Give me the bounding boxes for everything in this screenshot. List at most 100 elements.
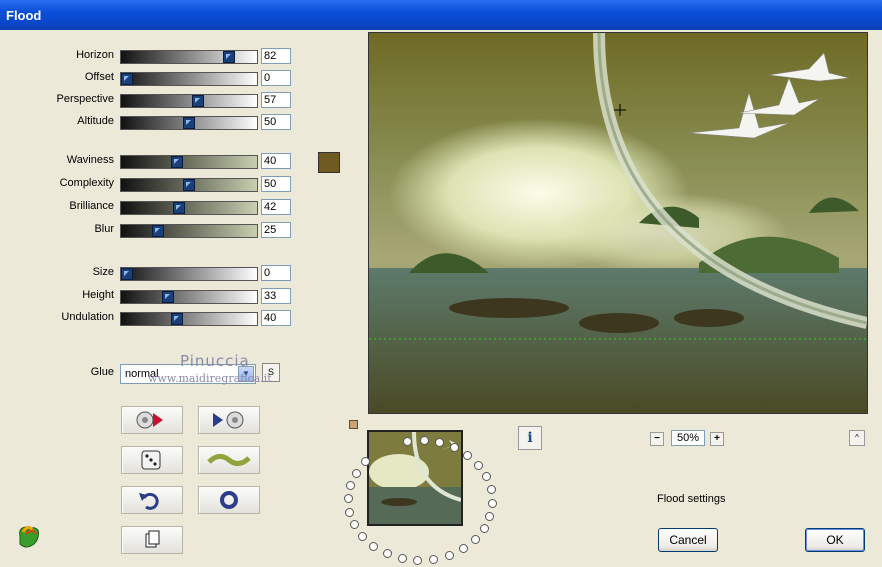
brilliance-slider-thumb[interactable]	[173, 202, 185, 214]
height-slider-thumb[interactable]	[162, 291, 174, 303]
play-previous-button[interactable]	[121, 406, 183, 434]
copy-pages-icon	[145, 530, 160, 548]
navigator-dot	[488, 499, 497, 508]
blur-value-field[interactable]: 25	[261, 222, 291, 238]
navigator-dot	[383, 549, 392, 558]
navigator-dot	[352, 469, 361, 478]
navigator-dot	[361, 457, 370, 466]
navigator-dot	[413, 556, 422, 565]
navigator-dot	[445, 551, 454, 560]
slider-row-complexity: Complexity 50	[0, 175, 291, 193]
randomize-button[interactable]	[121, 446, 183, 474]
brilliance-value-field[interactable]: 42	[261, 199, 291, 215]
navigator-dot	[398, 554, 407, 563]
thumbnail-scene	[369, 432, 461, 524]
altitude-value-field[interactable]: 50	[261, 114, 291, 130]
offset-slider[interactable]	[120, 72, 258, 86]
wave-icon	[207, 454, 251, 466]
complexity-slider-thumb[interactable]	[183, 179, 195, 191]
preview-scene	[369, 33, 867, 413]
preview-image[interactable]	[368, 32, 868, 414]
size-value-field[interactable]: 0	[261, 265, 291, 281]
navigator-dot	[459, 544, 468, 553]
complexity-slider[interactable]	[120, 178, 258, 192]
waviness-slider-thumb[interactable]	[171, 156, 183, 168]
slider-row-size: Size 0	[0, 264, 291, 282]
navigator-dot	[403, 437, 412, 446]
collapse-button[interactable]: ^	[849, 430, 865, 446]
blur-slider-thumb[interactable]	[152, 225, 164, 237]
undulation-value-field[interactable]: 40	[261, 310, 291, 326]
perspective-slider-thumb[interactable]	[192, 95, 204, 107]
navigator-thumbnail[interactable]	[367, 430, 463, 526]
navigator-dot	[358, 532, 367, 541]
blur-slider[interactable]	[120, 224, 258, 238]
size-slider-thumb[interactable]	[121, 268, 133, 280]
waviness-value-field[interactable]: 40	[261, 153, 291, 169]
app-logo-icon	[14, 524, 42, 550]
height-slider[interactable]	[120, 290, 258, 304]
undulation-slider[interactable]	[120, 312, 258, 326]
brilliance-slider[interactable]	[120, 201, 258, 215]
navigator-dot	[344, 494, 353, 503]
altitude-slider[interactable]	[120, 116, 258, 130]
cancel-button[interactable]: Cancel	[658, 528, 718, 552]
complexity-label: Complexity	[59, 177, 114, 189]
zoom-in-button[interactable]: +	[710, 432, 724, 446]
undo-arrow-icon	[139, 492, 159, 510]
height-label: Height	[82, 289, 114, 301]
perspective-label: Perspective	[56, 93, 114, 105]
glue-label: Glue	[90, 366, 114, 378]
play-disc-icon	[213, 411, 244, 429]
slider-row-altitude: Altitude 50	[0, 113, 291, 131]
dialog-body: Horizon 82 Offset 0 Perspective 57 Altitude 50 W…	[0, 30, 882, 567]
horizon-slider-thumb[interactable]	[223, 51, 235, 63]
waviness-slider[interactable]	[120, 155, 258, 169]
navigator-dot	[463, 451, 472, 460]
info-button[interactable]: i	[518, 426, 542, 450]
slider-row-offset: Offset 0	[0, 69, 291, 87]
ok-button[interactable]: OK	[805, 528, 865, 552]
horizon-value-field[interactable]: 82	[261, 48, 291, 64]
altitude-slider-thumb[interactable]	[183, 117, 195, 129]
undo-button[interactable]	[121, 486, 183, 514]
slider-row-perspective: Perspective 57	[0, 91, 291, 109]
navigator-dot	[345, 508, 354, 517]
reset-button[interactable]	[198, 486, 260, 514]
window-title: Flood	[6, 8, 42, 23]
navigator-dot	[471, 535, 480, 544]
ring-icon	[220, 491, 238, 509]
play-next-button[interactable]	[198, 406, 260, 434]
settings-label: Flood settings	[657, 493, 726, 505]
copy-button[interactable]	[121, 526, 183, 554]
slider-row-brilliance: Brilliance 42	[0, 198, 291, 216]
undulation-label: Undulation	[61, 311, 114, 323]
navigator-handle[interactable]	[349, 420, 358, 429]
complexity-value-field[interactable]: 50	[261, 176, 291, 192]
perspective-value-field[interactable]: 57	[261, 92, 291, 108]
navigator-dot	[485, 512, 494, 521]
slider-row-blur: Blur 25	[0, 221, 291, 239]
navigator-dot	[429, 555, 438, 564]
blur-label: Blur	[94, 223, 114, 235]
height-value-field[interactable]: 33	[261, 288, 291, 304]
perspective-slider[interactable]	[120, 94, 258, 108]
navigator-dot	[474, 461, 483, 470]
horizon-slider[interactable]	[120, 50, 258, 64]
navigator-dot	[435, 438, 444, 447]
waviness-label: Waviness	[66, 154, 114, 166]
zoom-out-button[interactable]: −	[650, 432, 664, 446]
altitude-label: Altitude	[77, 115, 114, 127]
color-swatch[interactable]	[318, 152, 340, 173]
watermark-url: www.maidiregrafica.it	[148, 372, 272, 385]
size-slider[interactable]	[120, 267, 258, 281]
watermark-name: Pinuccia	[180, 352, 250, 370]
undulation-slider-thumb[interactable]	[171, 313, 183, 325]
brilliance-label: Brilliance	[69, 200, 114, 212]
offset-value-field[interactable]: 0	[261, 70, 291, 86]
wave-button[interactable]	[198, 446, 260, 474]
navigator-dot	[480, 524, 489, 533]
offset-slider-thumb[interactable]	[121, 73, 133, 85]
slider-row-horizon: Horizon 82	[0, 47, 291, 65]
slider-row-undulation: Undulation 40	[0, 309, 291, 327]
